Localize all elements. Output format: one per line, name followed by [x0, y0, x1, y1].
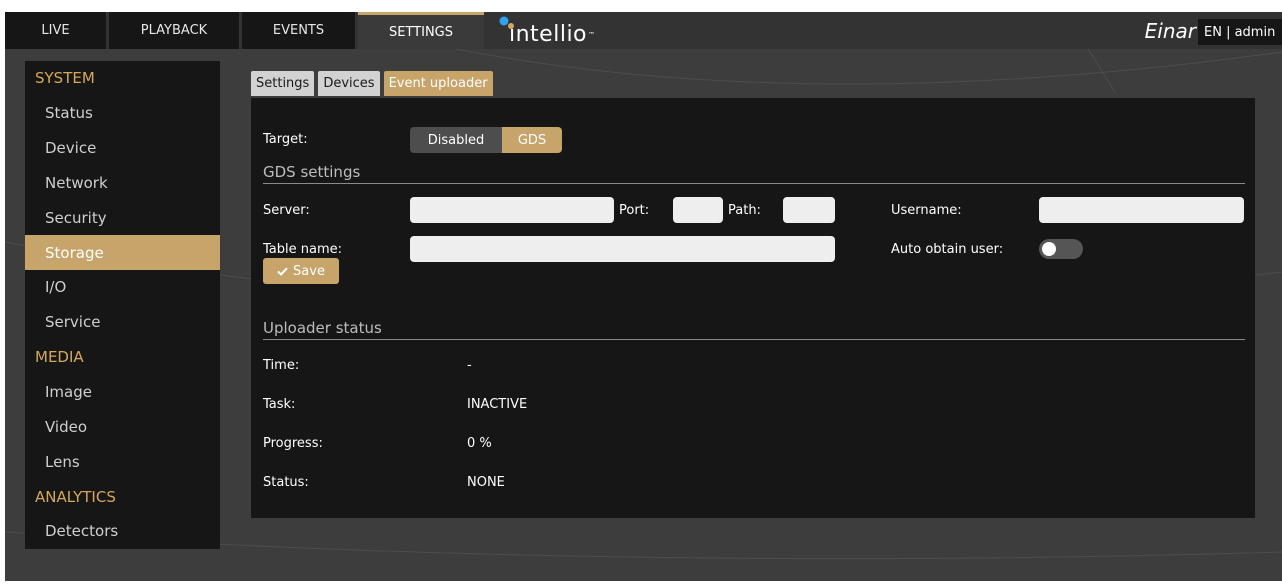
username-input[interactable]	[1039, 197, 1244, 223]
device-name: Einar	[1144, 19, 1196, 43]
status-progress-label: Progress:	[263, 436, 323, 451]
subtab-settings[interactable]: Settings	[251, 71, 315, 96]
storage-subtabs: Settings Devices Event uploader	[251, 71, 493, 96]
sidebar-header-system: SYSTEM	[35, 69, 95, 88]
sidebar-item-device[interactable]: Device	[25, 131, 220, 166]
uploader-status-divider	[263, 339, 1245, 340]
logo-dots-icon	[499, 16, 514, 29]
subtab-event-uploader[interactable]: Event uploader	[383, 71, 493, 96]
intellio-logo: intellio™	[499, 16, 596, 48]
tab-playback[interactable]: PLAYBACK	[109, 12, 239, 49]
sidebar-header-media: MEDIA	[35, 348, 84, 367]
status-task-label: Task:	[263, 397, 296, 412]
tab-settings[interactable]: SETTINGS	[358, 12, 484, 49]
sidebar-item-status[interactable]: Status	[25, 96, 220, 131]
table-name-label: Table name:	[263, 242, 342, 257]
target-disabled-button[interactable]: Disabled	[410, 127, 502, 153]
sidebar-header-analytics: ANALYTICS	[35, 487, 116, 506]
sidebar-item-security[interactable]: Security	[25, 200, 220, 235]
status-status-value: NONE	[467, 475, 505, 490]
save-button-label: Save	[293, 263, 325, 279]
toggle-knob	[1042, 242, 1056, 256]
sidebar-item-network[interactable]: Network	[25, 166, 220, 201]
top-navigation-bar: LIVE PLAYBACK EVENTS SETTINGS intellio™ …	[5, 12, 1282, 49]
tab-events[interactable]: EVENTS	[242, 12, 355, 49]
sidebar: SYSTEM Status Device Network Security St…	[25, 61, 220, 549]
status-time-value: -	[467, 358, 472, 373]
language-user-menu[interactable]: EN | admin	[1198, 19, 1282, 45]
target-gds-button[interactable]: GDS	[502, 127, 562, 153]
sidebar-item-detectors[interactable]: Detectors	[25, 514, 220, 549]
auto-obtain-user-toggle[interactable]	[1039, 239, 1083, 259]
save-button[interactable]: Save	[263, 258, 339, 284]
sidebar-item-lens[interactable]: Lens	[25, 444, 220, 479]
path-input[interactable]	[783, 197, 835, 223]
app-window: LIVE PLAYBACK EVENTS SETTINGS intellio™ …	[5, 12, 1282, 581]
path-label: Path:	[728, 203, 761, 218]
status-progress-value: 0 %	[467, 436, 492, 451]
check-icon	[277, 267, 288, 276]
logo-text: intellio™	[509, 22, 596, 47]
gds-settings-divider	[263, 183, 1245, 184]
gds-settings-title: GDS settings	[263, 163, 361, 181]
auto-obtain-user-label: Auto obtain user:	[891, 242, 1004, 257]
tab-live[interactable]: LIVE	[5, 12, 106, 49]
status-time-label: Time:	[263, 358, 300, 373]
sidebar-item-service[interactable]: Service	[25, 305, 220, 340]
table-name-input[interactable]	[410, 236, 835, 262]
port-input[interactable]	[673, 197, 723, 223]
subtab-devices[interactable]: Devices	[318, 71, 380, 96]
status-task-value: INACTIVE	[467, 397, 528, 412]
username-label: Username:	[891, 203, 962, 218]
sidebar-item-io[interactable]: I/O	[25, 270, 220, 305]
sidebar-item-storage[interactable]: Storage	[25, 235, 220, 271]
sidebar-item-video[interactable]: Video	[25, 409, 220, 444]
server-input[interactable]	[410, 197, 614, 223]
server-label: Server:	[263, 203, 310, 218]
uploader-status-title: Uploader status	[263, 319, 382, 337]
sidebar-item-image[interactable]: Image	[25, 375, 220, 410]
port-label: Port:	[619, 203, 650, 218]
status-status-label: Status:	[263, 475, 309, 490]
target-label: Target:	[263, 132, 308, 147]
event-uploader-panel: Target: Disabled GDS GDS settings Server…	[251, 98, 1255, 518]
